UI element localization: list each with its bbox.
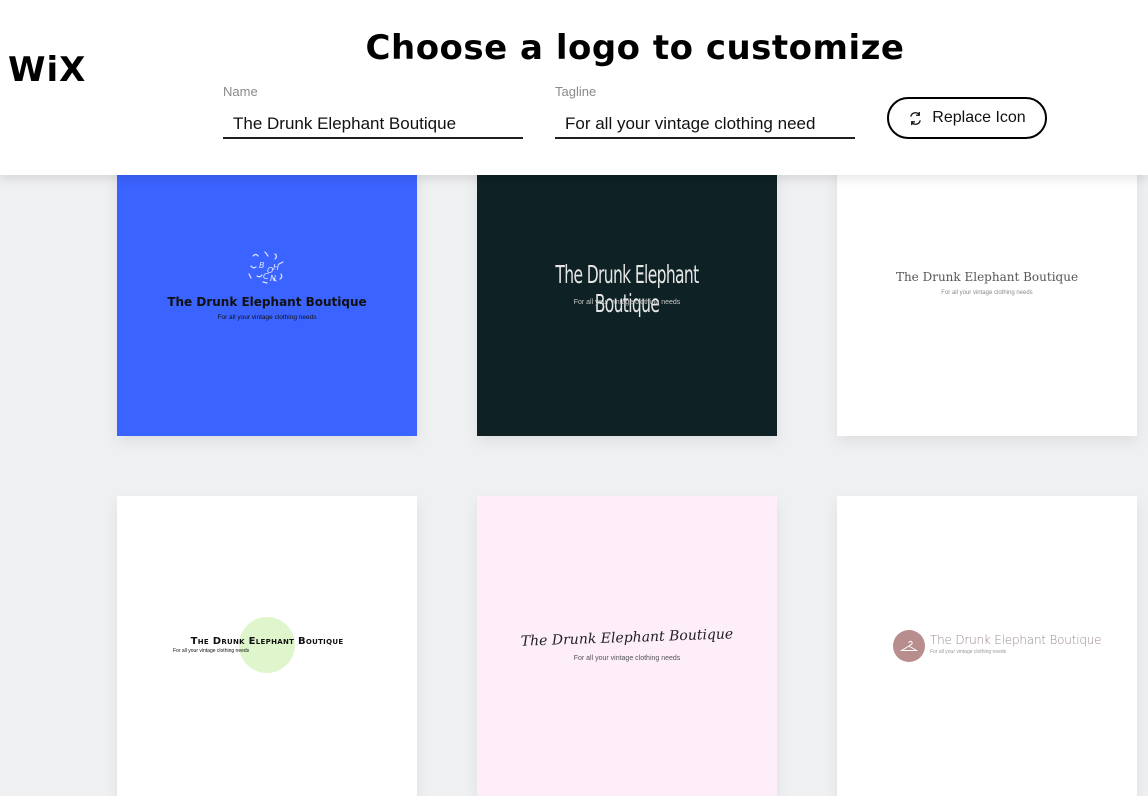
logo-1-tagline: For all your vintage clothing needs <box>217 314 317 321</box>
logo-5-tagline: For all your vintage clothing needs <box>573 655 681 662</box>
replace-icon-label: Replace Icon <box>932 109 1026 126</box>
logo-6-name: The Drunk Elephant Boutique <box>930 633 1102 647</box>
logo-3-name: The Drunk Elephant Boutique <box>895 270 1079 284</box>
logo-3-tagline: For all your vintage clothing needs <box>941 290 1033 296</box>
replace-icon-button[interactable]: Replace Icon <box>887 97 1047 139</box>
logo-card-3[interactable]: The Drunk Elephant Boutique For all your… <box>837 136 1137 436</box>
hanger-icon <box>893 630 925 662</box>
logo-2-name: The Drunk Elephant Boutique <box>555 260 699 318</box>
logo-card-2[interactable]: The Drunk Elephant Boutique For all your… <box>477 136 777 436</box>
logo-2-tagline: For all your vintage clothing needs <box>573 299 681 306</box>
tagline-input[interactable] <box>555 110 855 139</box>
logo-4-name: The Drunk Elephant Boutique <box>190 636 344 647</box>
logo-card-6[interactable]: The Drunk Elephant Boutique For all your… <box>837 496 1137 796</box>
logo-1-name: The Drunk Elephant Boutique <box>167 295 367 309</box>
logo-card-4[interactable]: The Drunk Elephant Boutique For all your… <box>117 496 417 796</box>
tagline-label: Tagline <box>555 84 597 99</box>
name-label: Name <box>223 84 258 99</box>
svg-text:N: N <box>270 274 276 283</box>
svg-text:C: C <box>263 272 269 281</box>
page-title: Choose a logo to customize <box>365 28 905 68</box>
svg-text:H: H <box>273 263 279 272</box>
confetti-letters-icon: BOH CN <box>117 248 417 288</box>
logo-4-tagline: For all your vintage clothing needs <box>173 648 250 654</box>
logo-card-1[interactable]: BOH CN The Drunk Elephant Boutique For a… <box>117 136 417 436</box>
header: WiX Choose a logo to customize Name Tagl… <box>0 0 1148 175</box>
name-input[interactable] <box>223 110 523 139</box>
replace-icon <box>908 111 923 126</box>
logo-5-name: The Drunk Elephant Boutique <box>520 626 734 650</box>
svg-text:B: B <box>259 261 265 270</box>
logo-6-tagline: For all your vintage clothing needs <box>930 649 1007 655</box>
logo-card-5[interactable]: The Drunk Elephant Boutique For all your… <box>477 496 777 796</box>
